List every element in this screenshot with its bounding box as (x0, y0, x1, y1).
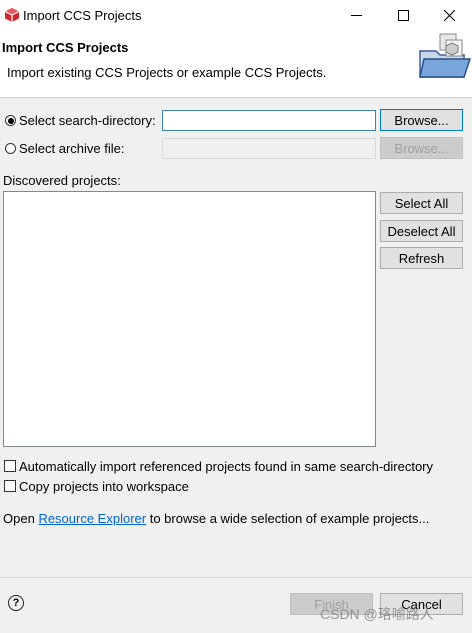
window-title: Import CCS Projects (23, 8, 142, 23)
maximize-button[interactable] (380, 0, 426, 31)
resource-explorer-line: Open Resource Explorer to browse a wide … (3, 511, 429, 526)
radio-selected-dot (7, 117, 14, 124)
close-icon (443, 10, 455, 21)
search-directory-radio[interactable] (5, 115, 16, 126)
help-icon[interactable]: ? (8, 595, 24, 611)
discovered-projects-label: Discovered projects: (3, 173, 121, 188)
resource-explorer-suffix: to browse a wide selection of example pr… (149, 511, 430, 526)
discovered-projects-list[interactable] (3, 191, 376, 447)
minimize-button[interactable] (333, 0, 379, 31)
close-window-button[interactable] (426, 0, 472, 31)
page-description: Import existing CCS Projects or example … (7, 65, 327, 80)
page-title: Import CCS Projects (2, 40, 129, 55)
ccs-app-icon (4, 8, 20, 22)
archive-file-radio[interactable] (5, 143, 16, 154)
copy-into-workspace-checkbox[interactable] (4, 480, 16, 492)
maximize-icon (397, 10, 409, 21)
deselect-all-button[interactable]: Deselect All (380, 220, 463, 242)
auto-import-checkbox[interactable] (4, 460, 16, 472)
copy-into-workspace-label: Copy projects into workspace (19, 479, 189, 494)
watermark-text: CSDN @珞喻路人 (320, 606, 434, 622)
archive-file-label: Select archive file: (19, 141, 125, 156)
auto-import-label: Automatically import referenced projects… (19, 459, 434, 474)
minimize-icon (350, 15, 362, 16)
refresh-button[interactable]: Refresh (380, 247, 463, 269)
import-folder-icon (414, 31, 472, 81)
resource-explorer-prefix: Open (3, 511, 35, 526)
footer-separator (0, 577, 472, 578)
search-directory-label: Select search-directory: (19, 113, 156, 128)
resource-explorer-link[interactable]: Resource Explorer (38, 511, 146, 526)
select-all-button[interactable]: Select All (380, 192, 463, 214)
search-directory-input[interactable] (162, 110, 376, 131)
archive-file-input[interactable] (162, 138, 376, 159)
browse-archive-button[interactable]: Browse... (380, 137, 463, 159)
browse-directory-button[interactable]: Browse... (380, 109, 463, 131)
